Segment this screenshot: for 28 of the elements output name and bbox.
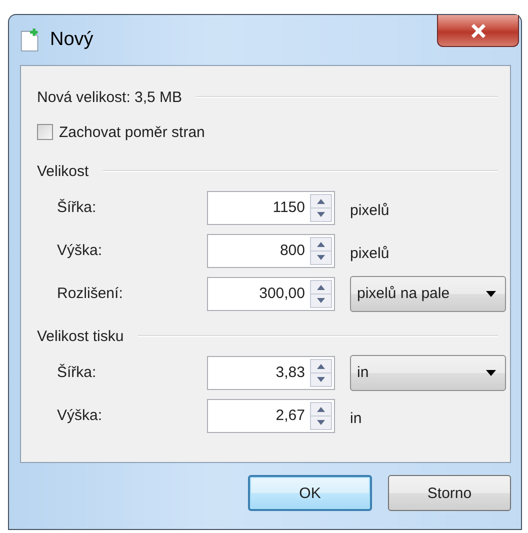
spinner-icon[interactable] bbox=[310, 402, 332, 430]
unit-label: pixelů bbox=[350, 244, 390, 262]
field-label: Výška: bbox=[57, 407, 104, 424]
field-label: Šířka: bbox=[57, 199, 98, 216]
unit-label: in bbox=[350, 409, 362, 427]
new-size-text: Nová velikost: 3,5 MB bbox=[37, 88, 182, 106]
caret-icon bbox=[485, 290, 497, 298]
dialog-button[interactable]: Storno bbox=[388, 475, 511, 511]
spinner-icon[interactable] bbox=[310, 358, 332, 386]
unit-dropdown[interactable]: pixelů na pale bbox=[350, 276, 506, 312]
field-label: Rozlišení: bbox=[57, 285, 124, 302]
caret-icon bbox=[485, 368, 497, 376]
close-icon bbox=[470, 24, 486, 38]
section-header: Velikost tisku bbox=[37, 328, 124, 344]
spinner-icon[interactable] bbox=[310, 280, 332, 308]
spinner-icon[interactable] bbox=[310, 236, 332, 264]
checkbox[interactable] bbox=[37, 124, 53, 140]
field-label: Šířka: bbox=[57, 364, 98, 381]
field-label: Výška: bbox=[57, 242, 104, 259]
new-document-icon bbox=[20, 28, 40, 52]
close-button[interactable] bbox=[437, 15, 519, 47]
unit-dropdown[interactable]: in bbox=[350, 354, 506, 390]
checkbox-label[interactable]: Zachovat poměr stran bbox=[59, 124, 205, 140]
window-title: Nový bbox=[50, 29, 94, 51]
unit-label: pixelů bbox=[350, 201, 390, 219]
spinner-icon[interactable] bbox=[310, 194, 332, 222]
section-header: Velikost bbox=[37, 162, 89, 180]
dialog-button[interactable]: OK bbox=[248, 475, 372, 511]
